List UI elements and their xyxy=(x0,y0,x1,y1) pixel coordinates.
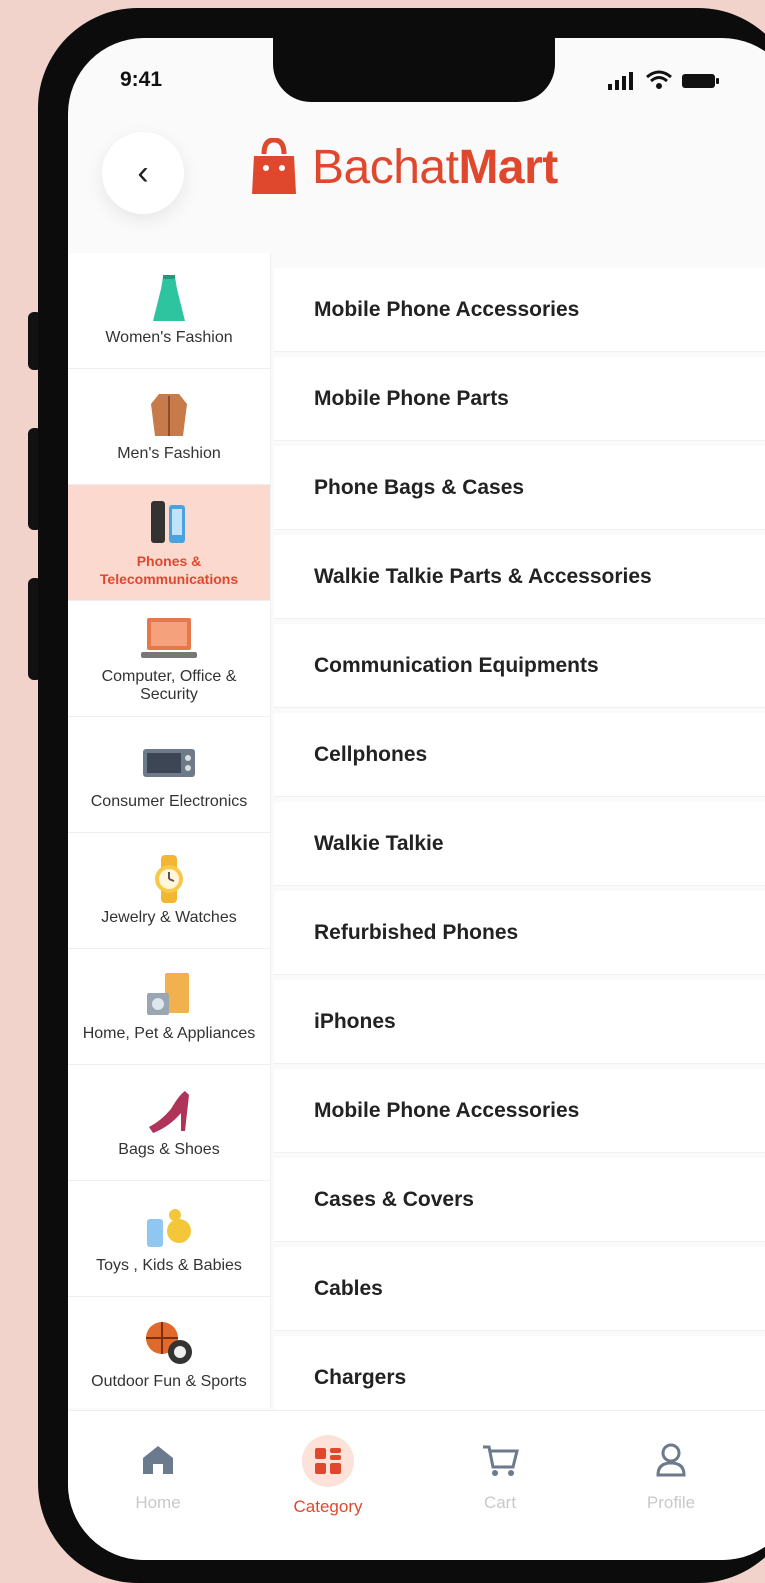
subcategory-item[interactable]: iPhones⌄ xyxy=(274,980,765,1064)
dress-icon xyxy=(151,275,187,323)
phone-icon xyxy=(149,498,189,546)
subcategory-label: Mobile Phone Parts xyxy=(314,387,509,411)
sidebar-item-label: Men's Fashion xyxy=(117,445,221,463)
sidebar-item-womens-fashion[interactable]: Women's Fashion xyxy=(68,253,270,369)
wifi-icon xyxy=(646,70,672,90)
sidebar-item-jewelry-watches[interactable]: Jewelry & Watches xyxy=(68,833,270,949)
profile-icon xyxy=(611,1435,731,1485)
subcategory-item[interactable]: Walkie Talkie⌄ xyxy=(274,802,765,886)
back-button[interactable]: ‹ xyxy=(102,132,184,214)
sidebar-item-label: Consumer Electronics xyxy=(91,793,248,811)
sidebar-item-label: Phones & Telecommunications xyxy=(72,552,266,588)
subcategory-item[interactable]: Chargers⌄ xyxy=(274,1336,765,1420)
bottom-tab-bar: Home Category Cart Profile xyxy=(68,1410,765,1560)
notch xyxy=(273,38,555,102)
signal-icon xyxy=(608,72,636,90)
cart-icon xyxy=(440,1435,560,1485)
heel-icon xyxy=(145,1087,193,1135)
category-icon xyxy=(302,1435,354,1487)
tab-label: Category xyxy=(294,1497,363,1516)
sidebar-item-label: Home, Pet & Appliances xyxy=(83,1025,256,1043)
sidebar-item-label: Computer, Office & Security xyxy=(72,668,266,704)
subcategory-item[interactable]: Communication Equipments⌄ xyxy=(274,624,765,708)
sidebar-item-toys-kids[interactable]: Toys , Kids & Babies xyxy=(68,1181,270,1297)
subcategory-item[interactable]: Mobile Phone Accessories⌄ xyxy=(274,1069,765,1153)
tab-cart[interactable]: Cart xyxy=(440,1435,560,1513)
laptop-icon xyxy=(141,614,197,662)
subcategory-item[interactable]: Mobile Phone Accessories⌄ xyxy=(274,268,765,352)
subcategory-item[interactable]: Mobile Phone Parts⌄ xyxy=(274,357,765,441)
subcategory-label: Cables xyxy=(314,1277,383,1301)
subcategory-item[interactable]: Cellphones⌄ xyxy=(274,713,765,797)
ball-icon xyxy=(144,1319,194,1367)
sidebar-item-computer-office[interactable]: Computer, Office & Security xyxy=(68,601,270,717)
watch-icon xyxy=(149,855,189,903)
subcategory-label: Phone Bags & Cases xyxy=(314,476,524,500)
brand-name-part1: Bachat xyxy=(312,141,458,194)
oven-icon xyxy=(141,739,197,787)
tab-category[interactable]: Category xyxy=(268,1435,388,1517)
appliance-icon xyxy=(145,971,193,1019)
brand-name: BachatMart xyxy=(312,140,558,195)
sidebar-item-home-pet[interactable]: Home, Pet & Appliances xyxy=(68,949,270,1065)
tab-label: Home xyxy=(135,1493,180,1512)
sidebar-item-label: Women's Fashion xyxy=(105,329,232,347)
category-sidebar: Women's Fashion Men's Fashion Phones & T… xyxy=(68,253,271,1408)
subcategory-label: iPhones xyxy=(314,1010,396,1034)
subcategory-label: Communication Equipments xyxy=(314,654,599,678)
sidebar-item-consumer-electronics[interactable]: Consumer Electronics xyxy=(68,717,270,833)
sidebar-item-label: Bags & Shoes xyxy=(118,1141,219,1159)
app-screen: 9:41 ‹ BachatMart Women' xyxy=(68,38,765,1560)
subcategory-item[interactable]: Cases & Covers⌄ xyxy=(274,1158,765,1242)
subcategory-item[interactable]: Refurbished Phones⌄ xyxy=(274,891,765,975)
jacket-icon xyxy=(149,391,189,439)
subcategory-label: Cellphones xyxy=(314,743,427,767)
status-icons xyxy=(608,70,720,90)
subcategory-label: Mobile Phone Accessories xyxy=(314,298,579,322)
subcategory-label: Walkie Talkie Parts & Accessories xyxy=(314,565,652,589)
shopping-bag-icon xyxy=(250,138,298,196)
sidebar-item-phones[interactable]: Phones & Telecommunications xyxy=(68,485,270,601)
subcategory-item[interactable]: Cables⌄ xyxy=(274,1247,765,1331)
subcategory-label: Walkie Talkie xyxy=(314,832,444,856)
brand-logo: BachatMart xyxy=(250,138,558,196)
status-time: 9:41 xyxy=(120,68,162,92)
subcategory-list: Mobile Phone Accessories⌄ Mobile Phone P… xyxy=(274,268,765,1425)
tab-label: Cart xyxy=(484,1493,516,1512)
subcategory-label: Cases & Covers xyxy=(314,1188,474,1212)
subcategory-label: Mobile Phone Accessories xyxy=(314,1099,579,1123)
toys-icon xyxy=(145,1203,193,1251)
brand-name-part2: Mart xyxy=(458,141,557,194)
sidebar-item-label: Toys , Kids & Babies xyxy=(96,1257,242,1275)
sidebar-item-label: Jewelry & Watches xyxy=(101,909,236,927)
tab-profile[interactable]: Profile xyxy=(611,1435,731,1513)
sidebar-item-bags-shoes[interactable]: Bags & Shoes xyxy=(68,1065,270,1181)
subcategory-item[interactable]: Walkie Talkie Parts & Accessories⌄ xyxy=(274,535,765,619)
battery-icon xyxy=(682,72,720,90)
home-icon xyxy=(98,1435,218,1485)
subcategory-label: Refurbished Phones xyxy=(314,921,518,945)
tab-home[interactable]: Home xyxy=(98,1435,218,1513)
subcategory-label: Chargers xyxy=(314,1366,406,1390)
sidebar-item-label: Outdoor Fun & Sports xyxy=(91,1373,247,1391)
chevron-left-icon: ‹ xyxy=(137,154,148,193)
subcategory-item[interactable]: Phone Bags & Cases⌄ xyxy=(274,446,765,530)
tab-label: Profile xyxy=(647,1493,695,1512)
sidebar-item-mens-fashion[interactable]: Men's Fashion xyxy=(68,369,270,485)
sidebar-item-outdoor-sports[interactable]: Outdoor Fun & Sports xyxy=(68,1297,270,1413)
